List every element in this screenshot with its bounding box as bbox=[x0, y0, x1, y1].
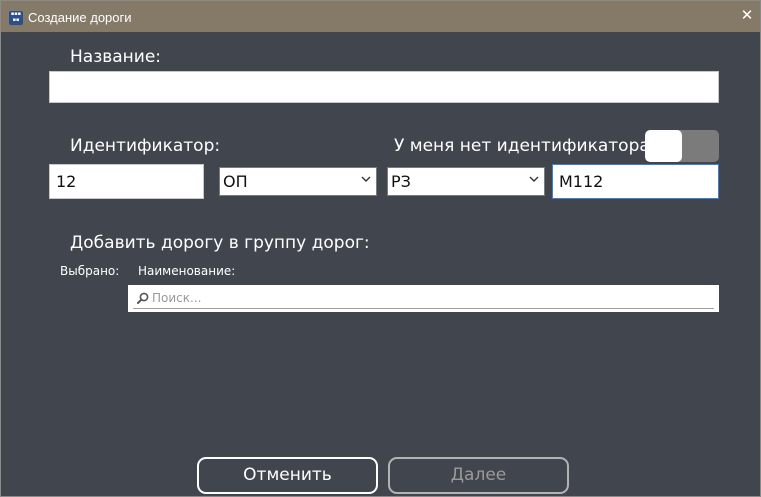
road-group-label: Добавить дорогу в группу дорог: bbox=[70, 233, 370, 253]
title-bar: ▪▪▪ ▪▪ Создание дороги ✕ bbox=[1, 1, 760, 32]
identifier-label: Идентификатор: bbox=[70, 136, 221, 156]
column-header-name: Наименование: bbox=[138, 264, 236, 278]
app-logo-icon: ▪▪▪ ▪▪ bbox=[9, 11, 23, 25]
no-identifier-toggle[interactable] bbox=[645, 130, 719, 162]
road-code-input[interactable] bbox=[552, 164, 719, 199]
create-road-dialog: ▪▪▪ ▪▪ Создание дороги ✕ Название: Иденти… bbox=[0, 0, 761, 497]
chevron-down-icon bbox=[361, 176, 371, 182]
identifier-number-input[interactable] bbox=[49, 164, 204, 199]
toggle-knob bbox=[645, 130, 682, 162]
search-box bbox=[128, 285, 719, 312]
close-icon[interactable]: ✕ bbox=[737, 6, 757, 26]
name-input[interactable] bbox=[49, 71, 719, 103]
chevron-down-icon bbox=[529, 176, 539, 182]
region-select[interactable]: РЗ bbox=[387, 167, 545, 196]
region-select-value: РЗ bbox=[391, 172, 411, 191]
window-title: Создание дороги bbox=[28, 10, 132, 25]
next-button[interactable]: Далее bbox=[388, 457, 569, 494]
selected-label: Выбрано: bbox=[60, 264, 120, 278]
road-type-select[interactable]: ОП bbox=[219, 167, 377, 196]
search-input[interactable] bbox=[152, 288, 702, 308]
table-header: Наименование: bbox=[128, 256, 719, 286]
name-label: Название: bbox=[70, 47, 162, 67]
search-icon bbox=[137, 292, 149, 304]
road-type-select-value: ОП bbox=[223, 172, 248, 191]
cancel-button[interactable]: Отменить bbox=[197, 457, 378, 494]
road-group-table: Наименование: bbox=[128, 256, 719, 313]
no-identifier-label: У меня нет идентификатора bbox=[394, 136, 650, 156]
search-underline bbox=[133, 308, 714, 309]
